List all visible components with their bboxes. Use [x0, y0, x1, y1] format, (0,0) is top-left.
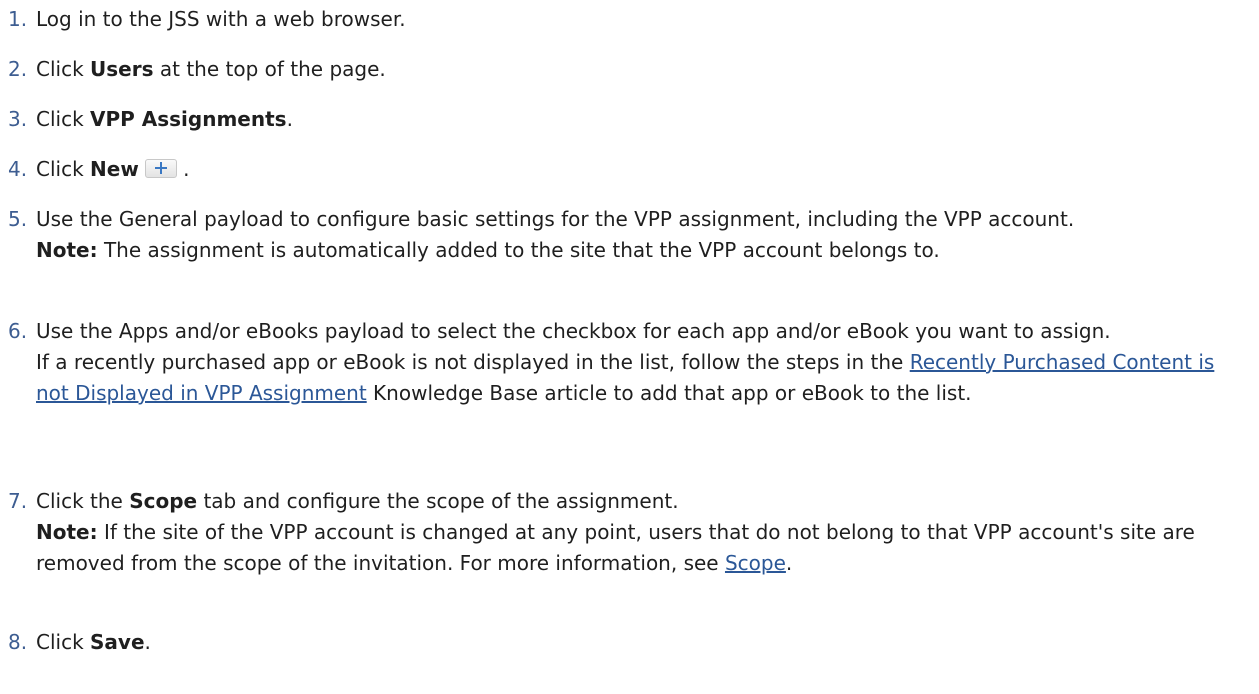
- step-text: Click the Scope tab and configure the sc…: [36, 486, 1250, 517]
- step-text-pre: Click: [36, 57, 91, 81]
- step-text: Click Users at the top of the page.: [36, 54, 1250, 85]
- step-text-pre: Click: [36, 107, 91, 131]
- step-text-post: at the top of the page.: [153, 57, 386, 81]
- step-text-post: .: [286, 107, 293, 131]
- step-text-post: .: [144, 630, 151, 654]
- note-text: The assignment is automatically added to…: [97, 238, 940, 262]
- ui-term-users: Users: [90, 57, 154, 81]
- note-end: .: [785, 551, 793, 575]
- step-text: Use the General payload to configure bas…: [36, 207, 1075, 231]
- step-text-post: tab and configure the scope of the assig…: [197, 489, 679, 513]
- step-number: 1.: [8, 7, 28, 31]
- ui-term-save: Save: [90, 630, 145, 654]
- step-note: Note: The assignment is automatically ad…: [36, 235, 1250, 266]
- ui-term-new: New: [90, 157, 139, 181]
- step-text: Log in to the JSS with a web browser.: [36, 7, 406, 31]
- step-text-post: Knowledge Base article to add that app o…: [366, 381, 972, 405]
- ui-term-vpp-assignments: VPP Assignments: [90, 107, 287, 131]
- step-text-pre: Click: [36, 157, 91, 181]
- step-number: 7.: [8, 489, 28, 513]
- note-text: If the site of the VPP account is change…: [36, 520, 1195, 575]
- note-label: Note:: [36, 520, 98, 544]
- step-text: Click VPP Assignments.: [36, 104, 1250, 135]
- scope-link[interactable]: Scope: [725, 551, 786, 575]
- ui-term-scope: Scope: [129, 489, 198, 513]
- new-plus-button-image: [144, 159, 177, 178]
- step-text-2: If a recently purchased app or eBook is …: [36, 347, 1250, 409]
- step-text-pre: Click the: [36, 489, 130, 513]
- step-number: 4.: [8, 157, 28, 181]
- step-number: 6.: [8, 319, 28, 343]
- step-number: 5.: [8, 207, 28, 231]
- step-note: Note: If the site of the VPP account is …: [36, 517, 1250, 579]
- step-text: Click Save.: [36, 627, 1250, 658]
- plus-icon: [154, 162, 167, 174]
- step-text: Use the Apps and/or eBooks payload to se…: [36, 319, 1111, 343]
- step-number: 2.: [8, 57, 28, 81]
- note-label: Note:: [36, 238, 98, 262]
- step-text-pre: Click: [36, 630, 91, 654]
- step-text-pre: If a recently purchased app or eBook is …: [36, 350, 910, 374]
- step-number: 3.: [8, 107, 28, 131]
- step-number: 8.: [8, 630, 28, 654]
- step-text: Click New .: [36, 154, 1250, 185]
- step-text-post: .: [176, 157, 190, 181]
